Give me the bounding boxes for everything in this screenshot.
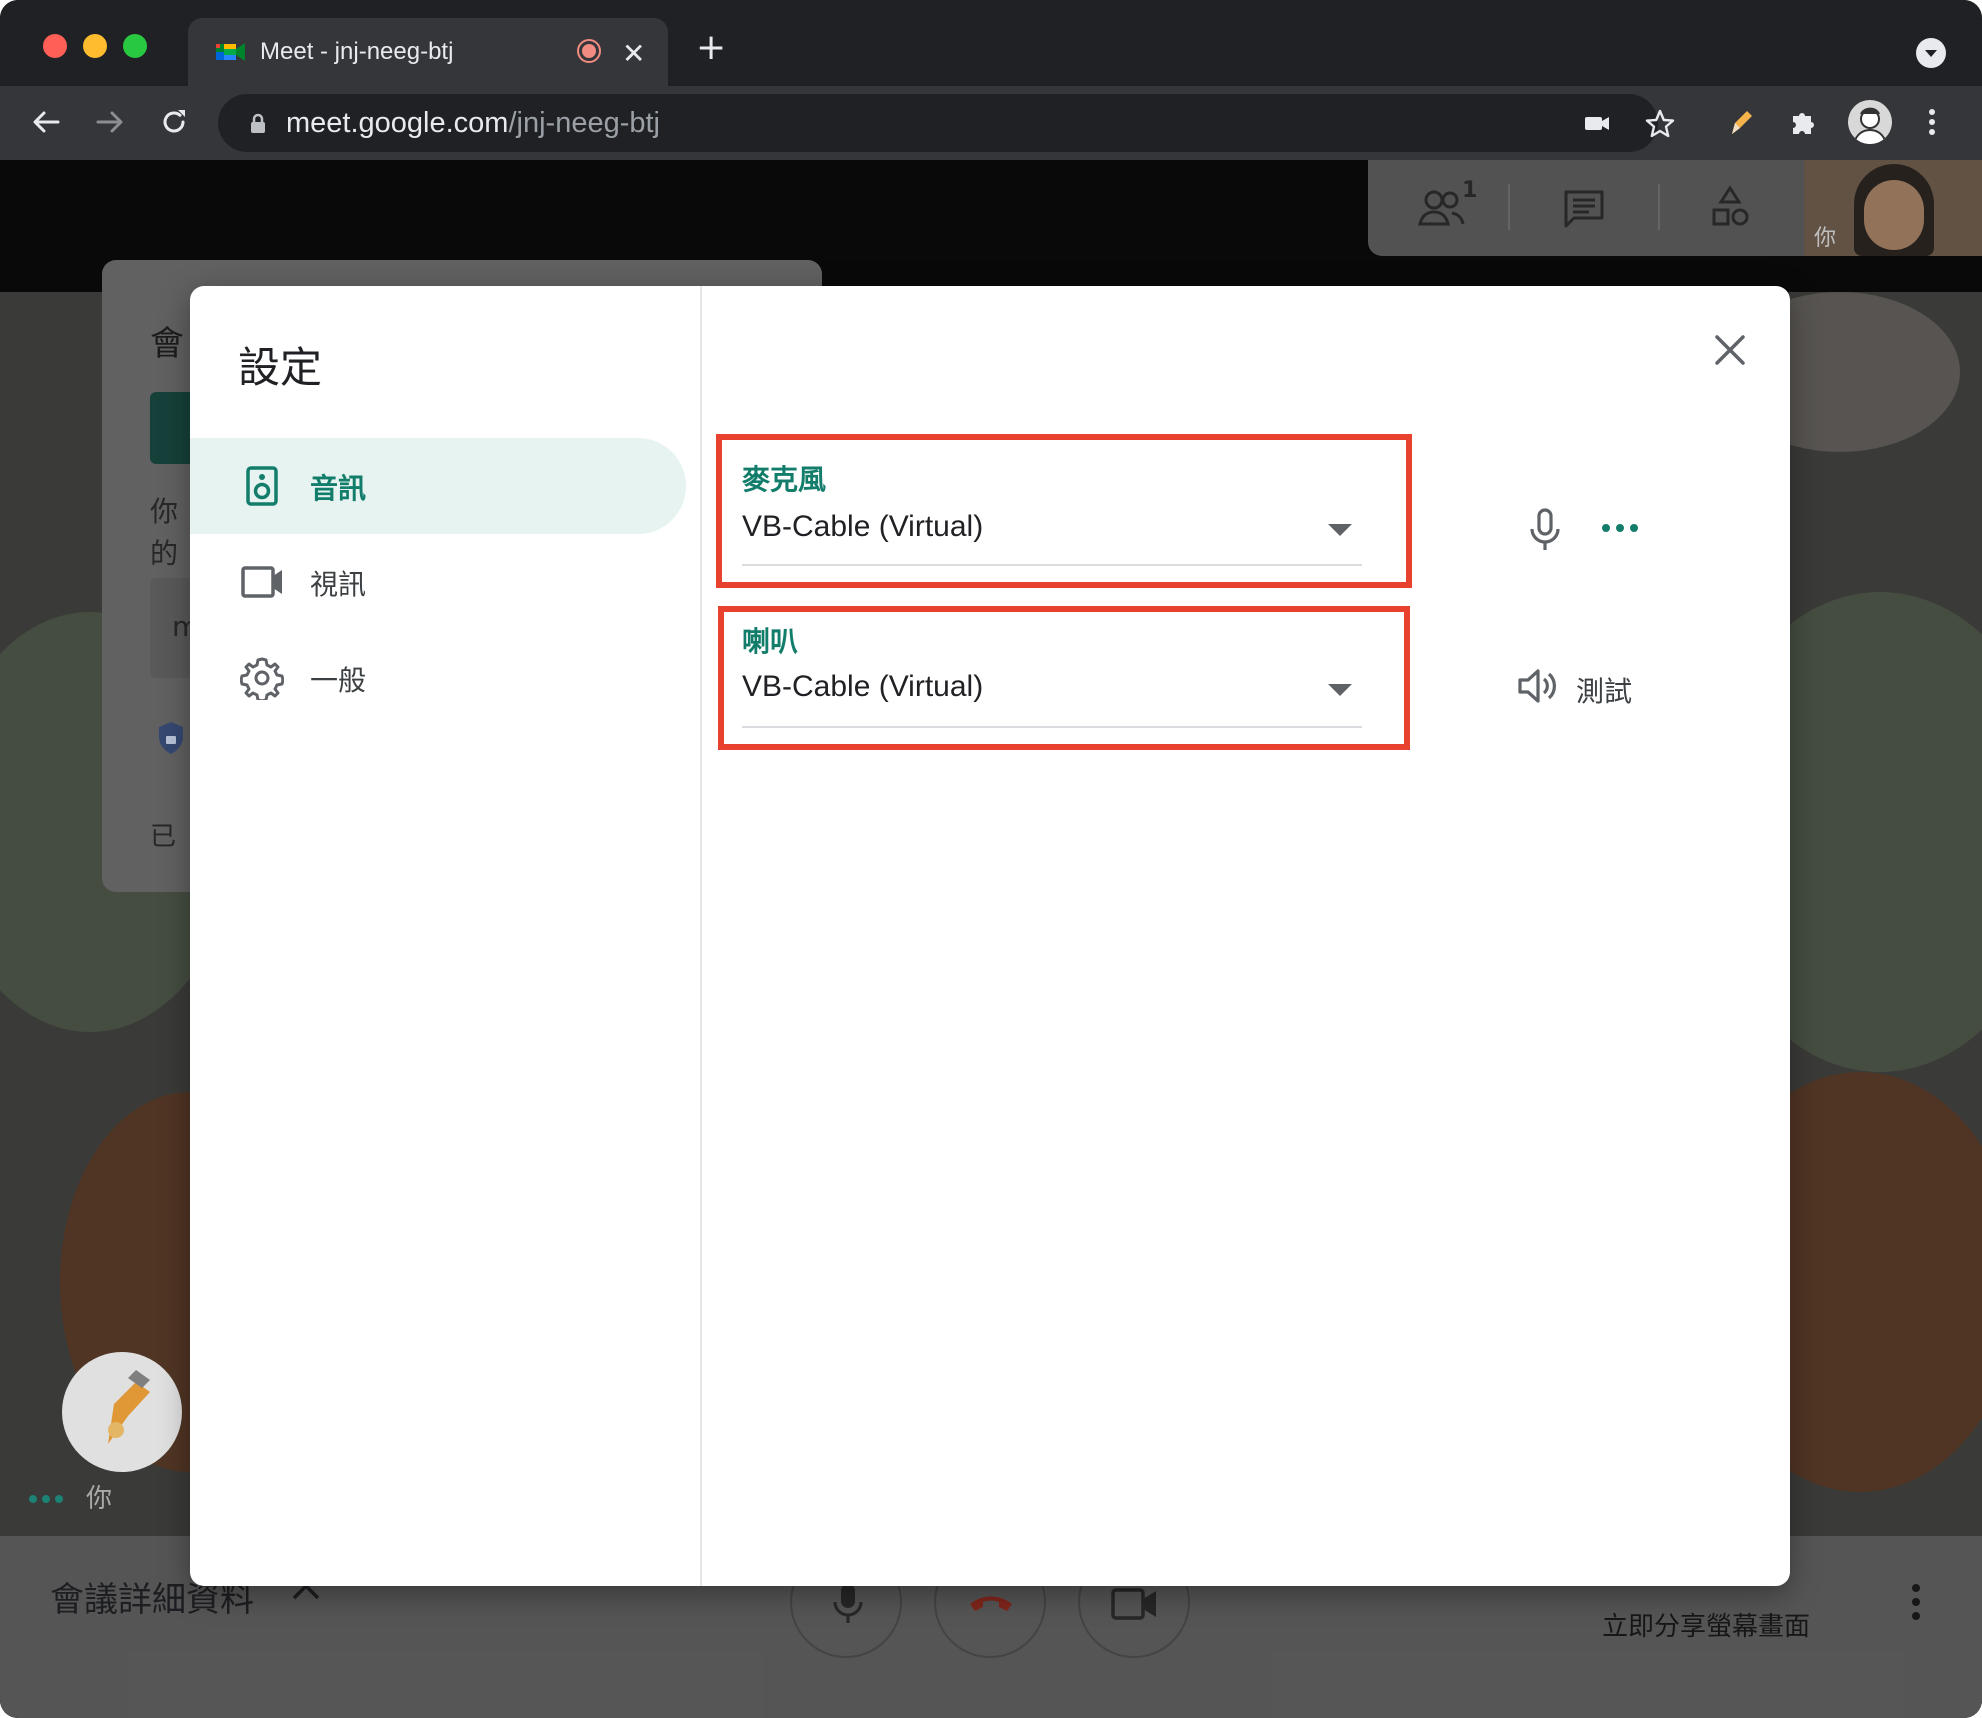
microphone-icon[interactable] <box>1528 508 1562 552</box>
close-icon[interactable] <box>1706 326 1754 374</box>
tab-strip: Meet - jnj-neeg-btj ✕ + <box>0 0 1982 86</box>
extensions-puzzle-icon[interactable] <box>1786 104 1822 140</box>
field-underline <box>742 564 1362 566</box>
nav-label-video: 視訊 <box>310 568 367 601</box>
nav-item-general[interactable]: 一般 <box>190 630 686 726</box>
browser-tab[interactable]: Meet - jnj-neeg-btj ✕ <box>188 18 668 86</box>
settings-nav: 設定 音訊 視訊 一般 <box>190 286 702 1586</box>
browser-window: Meet - jnj-neeg-btj ✕ + meet.google.com/… <box>0 0 1982 1718</box>
nav-item-video[interactable]: 視訊 <box>190 534 686 630</box>
close-window-button[interactable] <box>43 34 67 58</box>
lock-icon <box>251 113 265 133</box>
url-host: meet.google.com <box>286 107 509 139</box>
volume-icon <box>1518 669 1556 703</box>
bookmark-star-icon[interactable] <box>1644 108 1676 140</box>
pencil-extension-icon[interactable] <box>1722 104 1758 140</box>
forward-icon[interactable] <box>92 104 128 140</box>
dropdown-arrow-icon[interactable] <box>1328 524 1352 536</box>
camera-in-use-icon[interactable] <box>1582 108 1612 138</box>
field-underline <box>742 726 1362 728</box>
speaker-label: 喇叭 <box>742 625 799 658</box>
tab-search-icon[interactable] <box>1916 38 1946 68</box>
address-bar[interactable]: meet.google.com/jnj-neeg-btj <box>218 94 1675 152</box>
more-horizontal-icon[interactable] <box>1600 520 1640 536</box>
tab-close-icon[interactable]: ✕ <box>622 40 645 68</box>
recording-indicator-icon <box>577 39 601 63</box>
back-icon[interactable] <box>28 104 64 140</box>
browser-menu-icon[interactable] <box>1914 104 1950 140</box>
speaker-icon <box>246 466 278 506</box>
url-path: /jnj-neeg-btj <box>508 107 660 139</box>
browser-toolbar: meet.google.com/jnj-neeg-btj <box>0 86 1982 160</box>
microphone-select[interactable]: 麥克風 VB-Cable (Virtual) <box>716 434 1406 588</box>
meet-favicon-icon <box>216 43 245 61</box>
minimize-window-button[interactable] <box>83 34 107 58</box>
speaker-value[interactable]: VB-Cable (Virtual) <box>742 670 983 704</box>
dropdown-arrow-icon[interactable] <box>1328 684 1352 696</box>
nav-label-general: 一般 <box>310 664 367 697</box>
test-speaker-label: 測試 <box>1576 675 1633 708</box>
settings-dialog: 設定 音訊 視訊 一般 麥克風 VB-Cable (Virtual) 喇叭 VB… <box>190 286 1790 1586</box>
profile-avatar-icon <box>1853 107 1887 144</box>
new-tab-icon[interactable]: + <box>696 30 726 66</box>
microphone-label: 麥克風 <box>742 463 827 496</box>
nav-label-audio: 音訊 <box>310 472 367 505</box>
profile-avatar[interactable] <box>1848 100 1892 144</box>
speaker-select[interactable]: 喇叭 VB-Cable (Virtual) <box>716 606 1406 750</box>
microphone-value[interactable]: VB-Cable (Virtual) <box>742 510 983 544</box>
zoom-window-button[interactable] <box>123 34 147 58</box>
reload-icon[interactable] <box>156 104 192 140</box>
tab-title: Meet - jnj-neeg-btj <box>260 38 454 65</box>
nav-item-audio[interactable]: 音訊 <box>190 438 686 534</box>
dialog-title: 設定 <box>238 344 323 391</box>
test-speaker-button[interactable]: 測試 <box>1516 660 1656 712</box>
gear-icon <box>240 657 284 700</box>
video-icon <box>241 566 282 598</box>
url-text: meet.google.com/jnj-neeg-btj <box>286 107 660 140</box>
